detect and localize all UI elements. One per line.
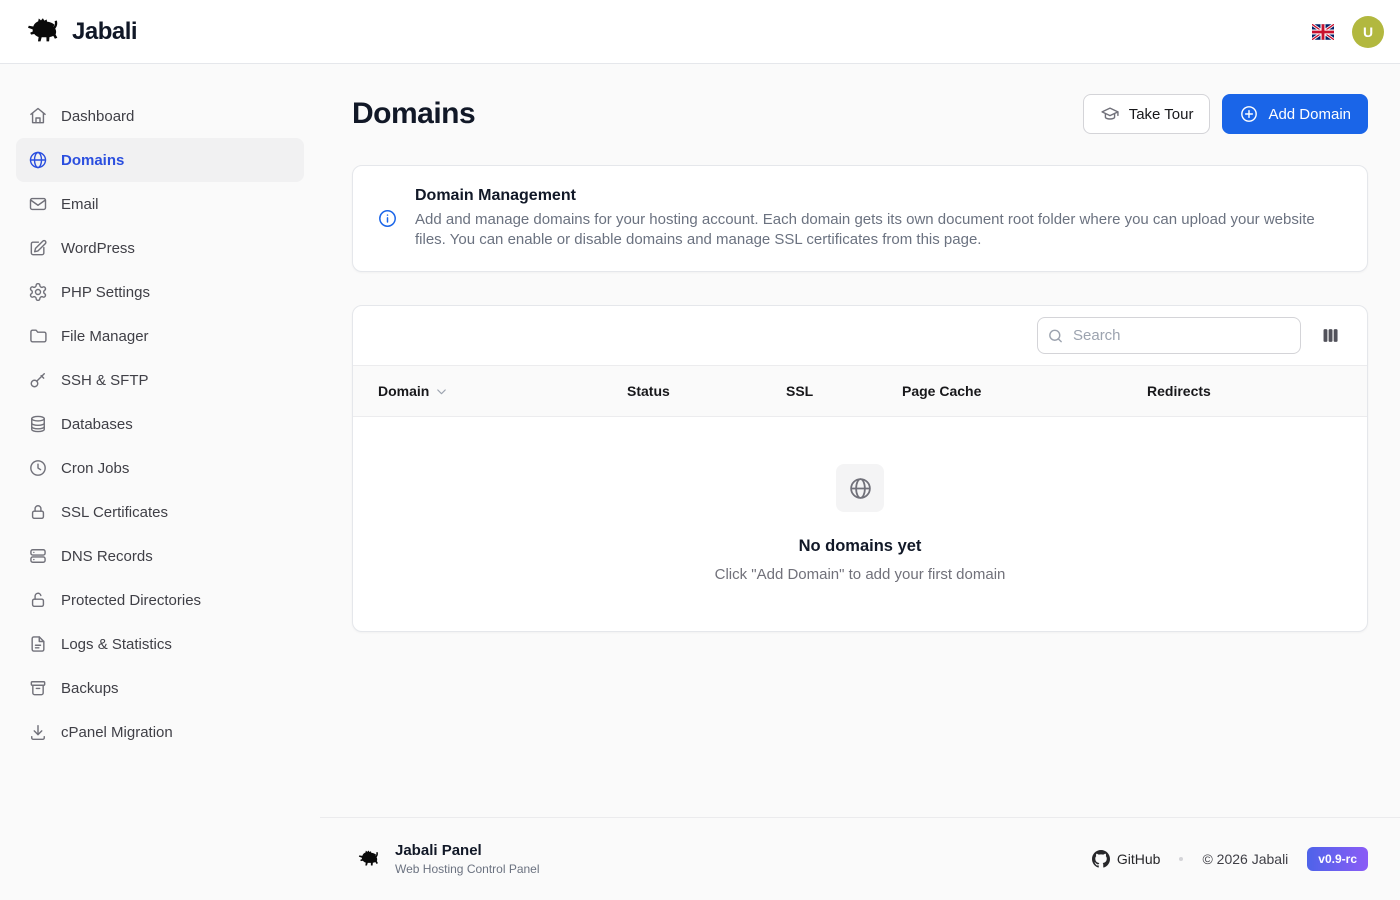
footer: Jabali Panel Web Hosting Control Panel G…: [320, 817, 1400, 900]
sidebar-item-label: Protected Directories: [61, 592, 201, 609]
user-avatar[interactable]: U: [1352, 16, 1384, 48]
column-header-domain[interactable]: Domain: [378, 383, 627, 399]
archive-icon: [28, 678, 48, 698]
sidebar-item-label: PHP Settings: [61, 284, 150, 301]
sidebar-item-logs-statistics[interactable]: Logs & Statistics: [16, 622, 304, 666]
column-header-page-cache: Page Cache: [902, 383, 1147, 399]
github-label: GitHub: [1117, 851, 1161, 867]
main-content: Domains Take Tour: [320, 64, 1400, 817]
boar-logo-icon: [16, 16, 62, 48]
globe-icon: [836, 464, 884, 512]
columns-icon: [1321, 326, 1340, 345]
sidebar-item-cpanel-migration[interactable]: cPanel Migration: [16, 710, 304, 754]
sidebar-item-label: Databases: [61, 416, 133, 433]
lock-icon: [28, 502, 48, 522]
sidebar-item-label: File Manager: [61, 328, 149, 345]
sidebar-item-label: Email: [61, 196, 99, 213]
empty-state: No domains yet Click "Add Domain" to add…: [353, 417, 1367, 631]
empty-state-subtitle: Click "Add Domain" to add your first dom…: [715, 566, 1006, 583]
column-visibility-button[interactable]: [1315, 321, 1345, 351]
graduation-cap-icon: [1100, 104, 1120, 124]
sidebar-item-databases[interactable]: Databases: [16, 402, 304, 446]
github-icon: [1092, 850, 1110, 868]
search-input[interactable]: [1037, 317, 1301, 354]
sidebar-item-domains[interactable]: Domains: [16, 138, 304, 182]
brand: Jabali: [16, 16, 137, 48]
sidebar-item-label: WordPress: [61, 240, 135, 257]
database-icon: [28, 414, 48, 434]
info-icon: [377, 208, 398, 229]
language-flag-button[interactable]: [1312, 24, 1334, 40]
page-title: Domains: [352, 97, 475, 131]
take-tour-label: Take Tour: [1129, 106, 1194, 123]
empty-state-title: No domains yet: [799, 537, 922, 556]
column-header-status: Status: [627, 383, 786, 399]
sidebar-item-dashboard[interactable]: Dashboard: [16, 94, 304, 138]
domains-table-card: Domain Status SSL Page Cache Redirects No do…: [352, 305, 1368, 632]
info-card-title: Domain Management: [415, 187, 1343, 205]
boar-footer-icon: [351, 849, 381, 870]
sidebar-item-file-manager[interactable]: File Manager: [16, 314, 304, 358]
column-header-label: SSL: [786, 383, 813, 399]
sidebar-nav: Dashboard Domains Email WordPress PHP Settin…: [16, 94, 304, 754]
column-header-redirects: Redirects: [1147, 383, 1367, 399]
sidebar-item-backups[interactable]: Backups: [16, 666, 304, 710]
chevron-down-icon: [434, 384, 449, 399]
uk-flag-icon: [1312, 24, 1334, 40]
sidebar-item-email[interactable]: Email: [16, 182, 304, 226]
column-header-label: Redirects: [1147, 383, 1211, 399]
sidebar-item-label: cPanel Migration: [61, 724, 173, 741]
sidebar-item-label: Dashboard: [61, 108, 134, 125]
column-header-label: Page Cache: [902, 383, 981, 399]
column-header-label: Status: [627, 383, 670, 399]
column-header-ssl: SSL: [786, 383, 902, 399]
brand-name: Jabali: [72, 18, 137, 46]
info-card: Domain Management Add and manage domains…: [352, 165, 1368, 272]
key-icon: [28, 370, 48, 390]
app-header: Jabali U: [0, 0, 1400, 64]
add-domain-button[interactable]: Add Domain: [1222, 94, 1368, 134]
sidebar-item-ssl-certificates[interactable]: SSL Certificates: [16, 490, 304, 534]
file-text-icon: [28, 634, 48, 654]
version-badge: v0.9-rc: [1307, 847, 1368, 871]
home-icon: [28, 106, 48, 126]
take-tour-button[interactable]: Take Tour: [1083, 94, 1211, 134]
gear-icon: [28, 282, 48, 302]
server-icon: [28, 546, 48, 566]
github-link[interactable]: GitHub: [1092, 850, 1161, 868]
sidebar-item-label: Backups: [61, 680, 119, 697]
sidebar-item-ssh-sftp[interactable]: SSH & SFTP: [16, 358, 304, 402]
footer-tagline: Web Hosting Control Panel: [395, 862, 540, 876]
clock-icon: [28, 458, 48, 478]
sidebar-item-label: SSH & SFTP: [61, 372, 149, 389]
column-header-label: Domain: [378, 383, 429, 399]
sidebar-item-dns-records[interactable]: DNS Records: [16, 534, 304, 578]
sidebar-item-wordpress[interactable]: WordPress: [16, 226, 304, 270]
download-icon: [28, 722, 48, 742]
sidebar-item-label: DNS Records: [61, 548, 153, 565]
copyright-text: © 2026 Jabali: [1202, 851, 1288, 867]
sidebar-item-protected-directories[interactable]: Protected Directories: [16, 578, 304, 622]
sidebar: Dashboard Domains Email WordPress PHP Settin…: [0, 64, 320, 900]
folder-icon: [28, 326, 48, 346]
footer-app-name: Jabali Panel: [395, 842, 540, 859]
sidebar-item-label: Cron Jobs: [61, 460, 129, 477]
globe-icon: [28, 150, 48, 170]
footer-separator-dot: [1179, 857, 1183, 861]
sidebar-item-php-settings[interactable]: PHP Settings: [16, 270, 304, 314]
info-card-description: Add and manage domains for your hosting …: [415, 210, 1343, 250]
table-header-row: Domain Status SSL Page Cache Redirects: [353, 365, 1367, 417]
plus-circle-icon: [1239, 104, 1259, 124]
sidebar-item-label: SSL Certificates: [61, 504, 168, 521]
sidebar-item-label: Domains: [61, 152, 124, 169]
sidebar-item-cron-jobs[interactable]: Cron Jobs: [16, 446, 304, 490]
add-domain-label: Add Domain: [1268, 106, 1351, 123]
mail-icon: [28, 194, 48, 214]
sidebar-item-label: Logs & Statistics: [61, 636, 172, 653]
edit-icon: [28, 238, 48, 258]
lock-open-icon: [28, 590, 48, 610]
